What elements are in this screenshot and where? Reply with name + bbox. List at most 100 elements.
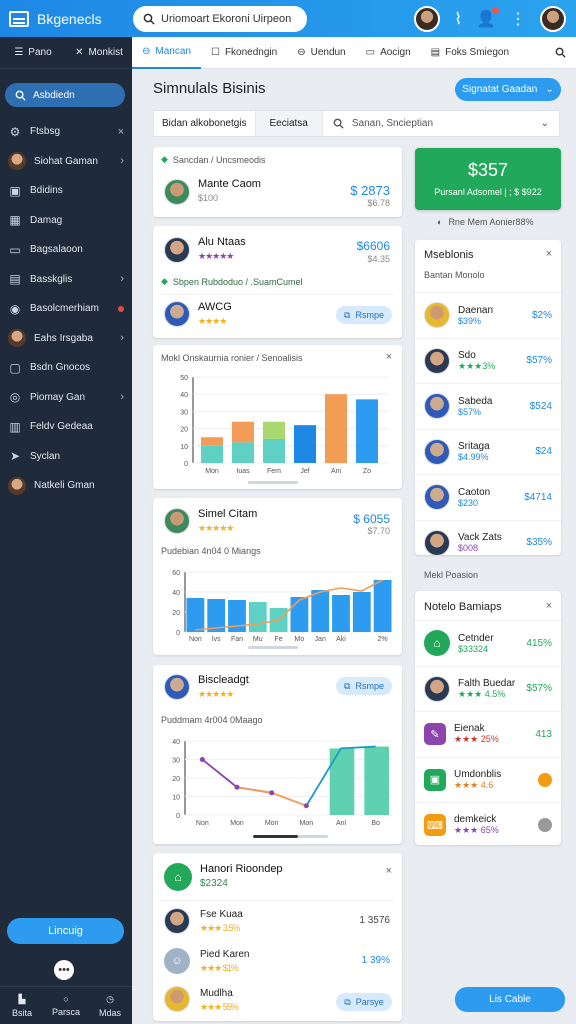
member-sub: $4.99% [458, 452, 489, 462]
avatar [424, 393, 450, 419]
bottom-nav-0[interactable]: ▙ Bsita [0, 987, 44, 1024]
close-icon[interactable]: × [118, 126, 124, 138]
sidebar-item-4[interactable]: ▭ Bagsalaoon [0, 235, 132, 265]
avatar [424, 347, 450, 374]
tab-search[interactable] [545, 37, 576, 69]
tab-2[interactable]: ⊖ Uendun [287, 37, 355, 69]
tab-1[interactable]: ☐ Fkonedngin [201, 37, 287, 69]
x-tick-label: Anl [336, 820, 347, 827]
x-tick-label: Mu [253, 636, 263, 643]
pill-label: Parsye [355, 997, 384, 1007]
bottom-action-button[interactable]: Lis Cable [455, 987, 565, 1012]
product-card[interactable]: ◆ Sancdan / Uncsmeodis Mante Caom $100 $… [153, 147, 402, 217]
tab-4[interactable]: ▤ Foks Smiegon [421, 37, 519, 69]
bar [325, 394, 347, 463]
bottom-nav-label: Bsita [11, 1007, 32, 1018]
bottom-nav-1[interactable]: ○ Parsca [44, 987, 88, 1024]
more-icon[interactable]: ⋮ [510, 9, 526, 29]
user-notifications-icon[interactable]: 👤 [476, 6, 499, 29]
sidebar-item-8[interactable]: ▢ Bsdn Gnocos [0, 353, 132, 383]
app-row[interactable]: ▣ Umdonblis ★★★ 4.6 [415, 756, 561, 802]
app-sub: $33324 [458, 643, 489, 654]
member-row[interactable]: Sritaga $4.99% $24 [415, 428, 561, 474]
tab-0[interactable]: ⊖ Mancan [132, 37, 201, 69]
member-sub: $230 [458, 497, 479, 508]
close-icon[interactable]: × [546, 248, 552, 260]
sidebar-item-3[interactable]: ▦ Damag [0, 206, 132, 236]
purchase-button[interactable]: ⧉ Parsye [336, 993, 392, 1011]
sidebar-item-2[interactable]: ▣ Bdidins [0, 176, 132, 206]
sidebar-item-12[interactable]: Natkeli Gman [0, 471, 132, 501]
sidebar-search-button[interactable]: Asbdiedn [5, 83, 125, 107]
filter-primary[interactable]: Bidan alkobonetgis [154, 111, 256, 136]
member-row[interactable]: Sdo ★★★3% $57% [415, 337, 561, 383]
avatar [424, 438, 450, 465]
copy-icon: ⧉ [344, 309, 351, 320]
user-avatar[interactable] [540, 5, 566, 32]
sidebar-item-7[interactable]: Eahs Irsgaba › [0, 324, 132, 354]
sidebar-item-label: Basolcmerhiam [30, 303, 99, 315]
x-tick-label: Mon [265, 820, 279, 827]
app-row[interactable]: ✎ Eienak ★★★ 25% 413 [415, 711, 561, 756]
member-row[interactable]: Caoton $230 $4714 [415, 474, 561, 519]
gear-icon: ⚙ [9, 124, 21, 139]
app-row[interactable]: ⌨ demkeick ★★★ 65% [415, 802, 561, 847]
member-row[interactable]: Sabeda $57% $524 [415, 383, 561, 428]
search-input[interactable]: Uriomoart Ekoroni Uirpeon [133, 5, 307, 32]
tab-3[interactable]: ▭ Aocign [356, 37, 421, 69]
product-card[interactable]: Simel Citam ★★★★★ $ 6055 $7.70 Pudebian … [153, 498, 402, 655]
app-row[interactable]: ⌂ Cetnder $33324 415% [415, 620, 561, 665]
shop-icon: ⌂ [164, 863, 192, 891]
sidebar-tab-0[interactable]: ☰ Pano [0, 47, 66, 58]
display-icon: ▢ [9, 360, 21, 375]
member-row[interactable]: Daenan $39% $2% [415, 292, 561, 337]
y-tick-label: 0 [176, 813, 180, 820]
sidebar-item-label: Bsdn Gnocos [30, 362, 91, 374]
close-icon[interactable]: × [546, 600, 552, 612]
sidebar-item-label: Syclan [30, 450, 61, 462]
y-tick-label: 40 [180, 392, 188, 399]
sidebar-cta-button[interactable]: Lincuig [7, 918, 124, 944]
check-circle-icon: ⊖ [142, 46, 151, 57]
bar [290, 597, 309, 632]
wifi-icon[interactable]: ⌇ [454, 9, 462, 29]
product-card[interactable]: Biscleadgt ★★★★★ ⧉ Rsmpe Puddmam 4r004 0M… [153, 665, 402, 844]
box-icon: ▭ [365, 47, 376, 58]
status-dot [538, 818, 552, 832]
sidebar-item-0[interactable]: ⚙ Ftsbsg × [0, 117, 132, 147]
member-value: $35% [526, 537, 552, 548]
point [234, 784, 240, 790]
sidebar-item-1[interactable]: Siohat Gaman › [0, 147, 132, 177]
tab-label: Uendun [310, 47, 346, 58]
primary-action-button[interactable]: Signatat Gaadan ⌄ [455, 78, 561, 101]
card-price-sub: $4.35 [367, 254, 390, 264]
member-name: Vack Zats [458, 532, 502, 543]
compare-button[interactable]: ⧉ Rsmpe [336, 306, 392, 324]
sidebar-item-6[interactable]: ◉ Basolcmerhiam [0, 294, 132, 324]
sidebar-item-11[interactable]: ➤ Syclan [0, 442, 132, 472]
member-row[interactable]: Vack Zats $008 $35% [415, 519, 561, 565]
member-value: $524 [529, 400, 552, 412]
filter-secondary[interactable]: Eeciatsa [255, 111, 323, 136]
app-logo[interactable]: Bkgenecls [0, 10, 130, 27]
profile-avatar[interactable] [414, 5, 441, 32]
x-tick-label: Zo [363, 468, 371, 475]
balance-card[interactable]: $357 Pursanl Adsomel | ; $ $922 [415, 148, 561, 210]
list-item-name: Mudlha [200, 988, 233, 999]
sidebar-tab-1[interactable]: ✕ Monkist [66, 47, 132, 58]
bottom-nav-2[interactable]: ◷ Mdas [88, 987, 132, 1024]
sidebar-item-5[interactable]: ▤ Basskglis › [0, 265, 132, 295]
close-icon[interactable]: × [386, 865, 392, 877]
chevron-right-icon: › [120, 391, 124, 404]
primary-action-label: Signatat Gaadan [462, 84, 538, 95]
tab-label: Fkonedngin [224, 47, 278, 58]
tag-icon: ◆ [161, 276, 168, 286]
app-row[interactable]: Falth Buedar ★★★ 4.5% $57% [415, 665, 561, 711]
sidebar-item-10[interactable]: ▥ Feldv Gedeaa [0, 412, 132, 442]
filter-search-input[interactable]: Sanan, Sncieptian ⌄ [323, 118, 559, 129]
sidebar-item-9[interactable]: ◎ Piomay Gan › [0, 383, 132, 413]
more-options-button[interactable]: ••• [54, 960, 74, 980]
member-name: Sdo [458, 349, 476, 361]
product-card[interactable]: Alu Ntaas ★★★★★ $6606 $4.35 ◆ Sbpen Rubd… [153, 226, 402, 338]
search-icon [143, 13, 155, 25]
